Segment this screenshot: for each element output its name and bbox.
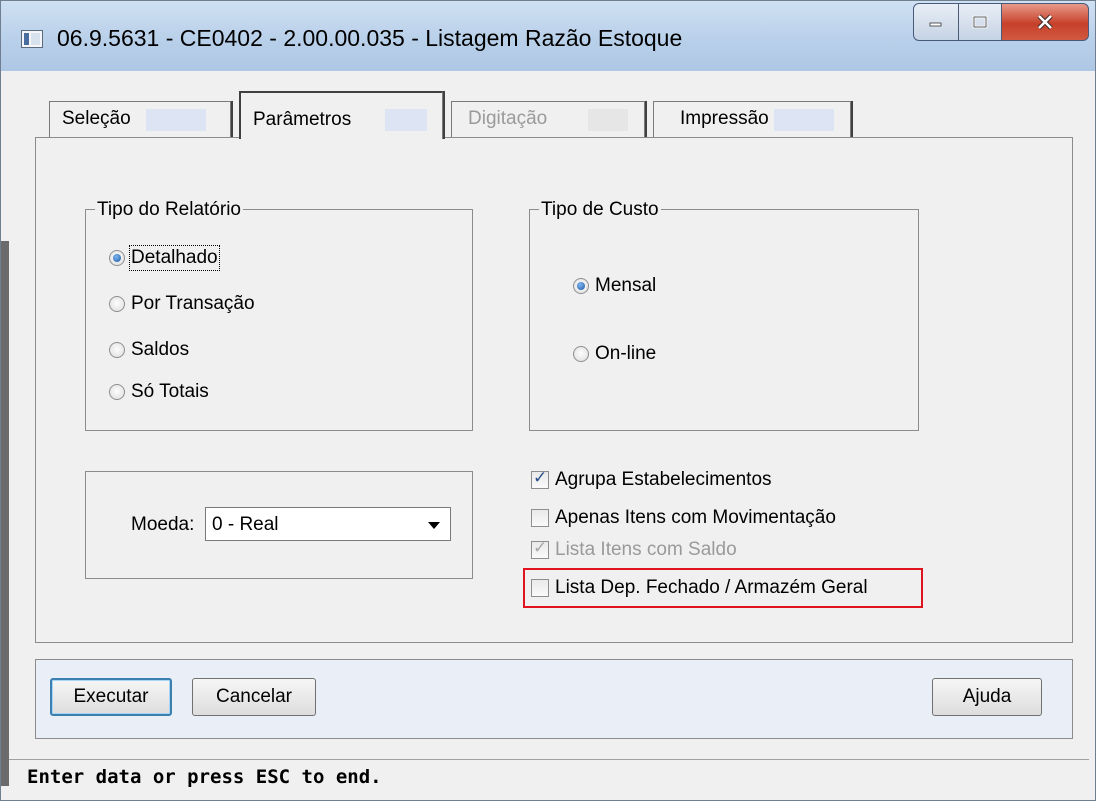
left-border-shadow <box>1 241 9 786</box>
radio-por-transacao[interactable]: Por Transação <box>109 293 255 315</box>
checkbox-apenas-box[interactable] <box>531 509 549 527</box>
radio-so-totais[interactable]: Só Totais <box>109 381 209 403</box>
radio-mensal-indicator[interactable] <box>573 278 589 294</box>
checkbox-agrupa-estabelecimentos[interactable]: ✓ Agrupa Estabelecimentos <box>531 468 772 491</box>
tab-digitacao: Digitação <box>451 101 645 137</box>
radio-online-label: On-line <box>595 343 657 364</box>
radio-online[interactable]: On-line <box>573 343 656 365</box>
checkbox-lista-saldo-box: ✓ <box>531 538 549 559</box>
tab-parametros[interactable]: Parâmetros <box>239 91 443 139</box>
tipo-relatorio-title: Tipo do Relatório <box>95 199 243 221</box>
radio-detalhado[interactable]: Detalhado <box>109 245 220 271</box>
tab-parametros-label: Parâmetros <box>253 109 352 130</box>
tipo-custo-title: Tipo de Custo <box>539 199 661 221</box>
chevron-down-icon[interactable] <box>428 522 440 529</box>
close-button[interactable] <box>1001 3 1089 41</box>
title-bar: 06.9.5631 - CE0402 - 2.00.00.035 - Lista… <box>1 1 1095 71</box>
checkmark-icon: ✓ <box>533 538 548 557</box>
window-title: 06.9.5631 - CE0402 - 2.00.00.035 - Lista… <box>57 25 683 51</box>
checkmark-icon: ✓ <box>533 468 548 487</box>
checkbox-lista-saldo-label: Lista Itens com Saldo <box>555 539 737 560</box>
maximize-icon <box>972 15 988 29</box>
radio-por-transacao-label: Por Transação <box>131 293 255 314</box>
moeda-label: Moeda: <box>131 514 195 535</box>
radio-saldos-label: Saldos <box>131 339 190 360</box>
button-bar: Executar Cancelar Ajuda <box>35 659 1073 739</box>
checkbox-agrupa-box[interactable]: ✓ <box>531 468 549 489</box>
checkbox-apenas-itens[interactable]: Apenas Itens com Movimentação <box>531 507 836 529</box>
maximize-button[interactable] <box>958 3 1002 41</box>
executar-button[interactable]: Executar <box>50 678 172 716</box>
checkbox-apenas-label: Apenas Itens com Movimentação <box>555 507 836 528</box>
app-window: 06.9.5631 - CE0402 - 2.00.00.035 - Lista… <box>0 0 1096 801</box>
status-text: Enter data or press ESC to end. <box>27 766 382 788</box>
radio-mensal-label: Mensal <box>595 275 657 296</box>
radio-mensal[interactable]: Mensal <box>573 275 656 297</box>
radio-saldos[interactable]: Saldos <box>109 339 189 361</box>
client-area: Seleção Parâmetros Digitação Impressão T… <box>9 71 1089 798</box>
ajuda-button[interactable]: Ajuda <box>932 678 1042 716</box>
app-icon <box>21 30 43 48</box>
moeda-value: 0 - Real <box>212 514 279 535</box>
tab-impressao[interactable]: Impressão <box>653 101 851 137</box>
radio-detalhado-indicator[interactable] <box>109 250 125 266</box>
cancelar-button[interactable]: Cancelar <box>192 678 316 716</box>
tipo-custo-group <box>529 209 919 431</box>
radio-online-indicator[interactable] <box>573 346 589 362</box>
tab-impressao-label: Impressão <box>680 108 769 129</box>
radio-so-totais-label: Só Totais <box>131 381 209 402</box>
status-bar: Enter data or press ESC to end. <box>9 759 1089 798</box>
checkbox-agrupa-label: Agrupa Estabelecimentos <box>555 469 772 490</box>
checkbox-lista-itens-saldo: ✓ Lista Itens com Saldo <box>531 538 737 561</box>
radio-por-transacao-indicator[interactable] <box>109 296 125 312</box>
tab-selecao[interactable]: Seleção <box>49 101 231 137</box>
highlight-box <box>523 568 923 608</box>
radio-saldos-indicator[interactable] <box>109 342 125 358</box>
radio-so-totais-indicator[interactable] <box>109 384 125 400</box>
radio-detalhado-label: Detalhado <box>129 245 220 271</box>
moeda-select[interactable]: 0 - Real <box>205 507 451 541</box>
close-icon <box>1037 14 1053 30</box>
tab-digitacao-label: Digitação <box>468 108 548 129</box>
minimize-button[interactable] <box>913 3 959 41</box>
minimize-icon <box>929 22 942 27</box>
tab-selecao-label: Seleção <box>62 108 131 129</box>
